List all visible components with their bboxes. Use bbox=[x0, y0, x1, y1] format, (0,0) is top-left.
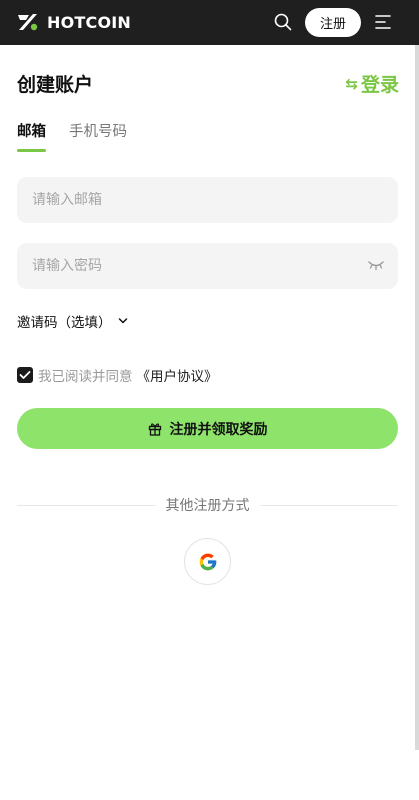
user-agreement-link[interactable]: 《用户协议》 bbox=[137, 365, 218, 385]
signup-method-tabs: 邮箱 手机号码 bbox=[17, 120, 127, 152]
top-navbar: HOTCOIN 注册 bbox=[0, 0, 419, 45]
agree-checkbox[interactable] bbox=[17, 367, 33, 383]
login-label: 登录 bbox=[360, 74, 399, 96]
swap-arrows-icon: ⇆ bbox=[345, 74, 358, 93]
brand-name: HOTCOIN bbox=[47, 12, 131, 32]
menu-icon bbox=[375, 15, 391, 29]
header-register-button[interactable]: 注册 bbox=[305, 8, 361, 37]
gift-icon bbox=[148, 422, 162, 436]
search-button[interactable] bbox=[272, 11, 294, 33]
email-input[interactable] bbox=[32, 192, 332, 208]
page-title: 创建账户 bbox=[17, 74, 94, 96]
email-field[interactable] bbox=[17, 177, 398, 223]
divider-line-right bbox=[259, 504, 398, 506]
password-input[interactable] bbox=[32, 258, 332, 274]
alt-signup-divider: 其他注册方式 bbox=[17, 494, 398, 516]
google-icon bbox=[199, 553, 216, 570]
divider-line-left bbox=[17, 504, 156, 506]
invite-code-label: 邀请码（选填） bbox=[17, 315, 112, 331]
google-signup-button[interactable] bbox=[184, 538, 231, 585]
password-field[interactable] bbox=[17, 243, 398, 289]
agree-text: 我已阅读并同意 bbox=[38, 369, 133, 385]
register-submit-button[interactable]: 注册并领取奖励 bbox=[17, 408, 398, 449]
tab-phone[interactable]: 手机号码 bbox=[69, 120, 127, 152]
tab-email[interactable]: 邮箱 bbox=[17, 120, 46, 152]
chevron-down-icon bbox=[118, 318, 127, 324]
brand-logo[interactable]: HOTCOIN bbox=[17, 11, 131, 33]
checkmark-icon bbox=[19, 371, 31, 379]
menu-button[interactable] bbox=[372, 12, 394, 32]
register-submit-label: 注册并领取奖励 bbox=[169, 421, 268, 438]
alt-signup-label: 其他注册方式 bbox=[165, 498, 250, 514]
invite-code-toggle[interactable]: 邀请码（选填） bbox=[17, 311, 128, 331]
search-icon bbox=[274, 13, 292, 31]
page-scrollbar[interactable] bbox=[415, 45, 419, 750]
eye-closed-icon[interactable] bbox=[367, 259, 385, 271]
hotcoin-logo-icon bbox=[18, 14, 38, 31]
terms-agreement: 我已阅读并同意 《用户协议》 bbox=[17, 365, 218, 385]
login-link[interactable]: ⇆ 登录 bbox=[345, 70, 399, 97]
